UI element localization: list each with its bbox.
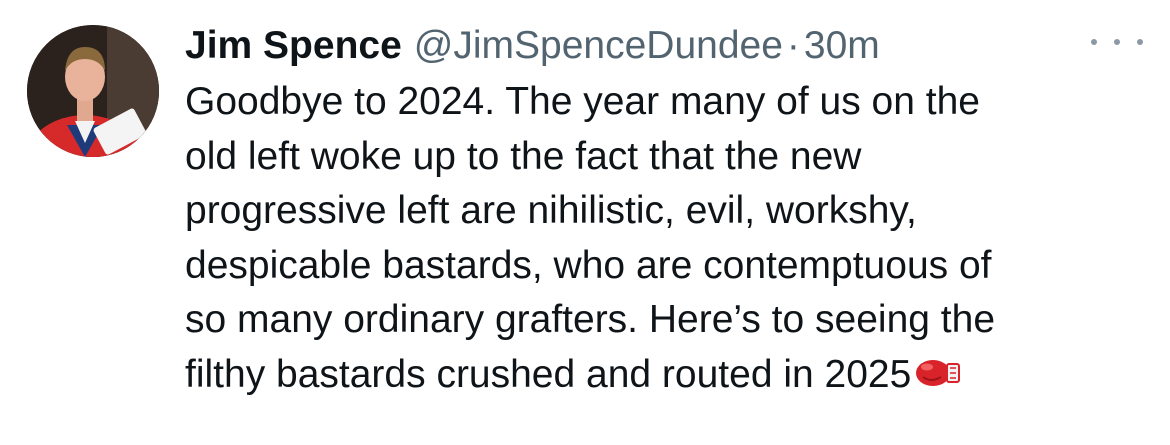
tweet-text-line: so many ordinary grafters. Here’s to see…	[185, 298, 996, 341]
tweet-text-line: despicable bastards, who are contemptuou…	[185, 243, 992, 287]
author-name[interactable]: Jim Spence	[185, 20, 402, 72]
tweet-text-line: progressive left are nihilistic, evil, w…	[185, 189, 917, 232]
tweet-text-last-line: filthy bastards crushed and routed in 20…	[185, 348, 1145, 407]
ellipsis-icon	[1137, 39, 1143, 45]
ellipsis-icon	[1114, 39, 1120, 45]
author-avatar[interactable]	[27, 25, 159, 157]
tweet: Jim Spence @JimSpenceDundee · 30m Goodby…	[0, 0, 1170, 445]
more-options-button[interactable]	[1091, 28, 1143, 56]
separator-dot: ·	[786, 24, 800, 67]
author-handle[interactable]: @JimSpenceDundee	[414, 20, 783, 72]
tweet-text-line: filthy bastards crushed and routed in 20…	[185, 352, 912, 396]
ellipsis-icon	[1091, 39, 1097, 45]
avatar-icon	[27, 25, 159, 157]
tweet-text: Goodbye to 2024. The year many of us on …	[185, 75, 1145, 406]
tweet-text-line: old left woke up to the fact that the ne…	[185, 134, 862, 178]
tweet-timestamp[interactable]: 30m	[804, 20, 880, 72]
boxing-glove-icon	[913, 352, 961, 407]
tweet-header: Jim Spence @JimSpenceDundee · 30m	[185, 20, 1145, 72]
tweet-text-line: Goodbye to 2024. The year many of us on …	[185, 80, 980, 123]
tweet-content: Jim Spence @JimSpenceDundee · 30m Goodby…	[185, 20, 1145, 406]
